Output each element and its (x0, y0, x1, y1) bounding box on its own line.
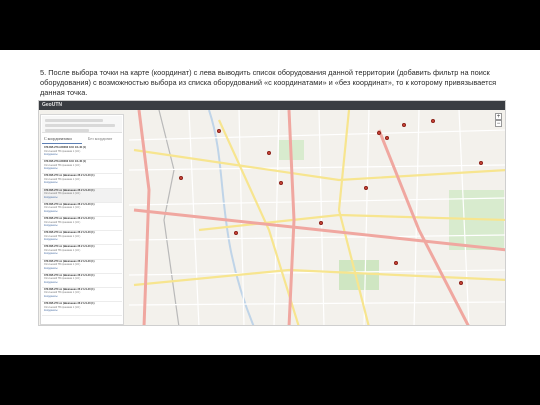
item-coordinates-link[interactable]: Координаты (44, 167, 122, 170)
slide-background: 5. После выбора точки на карте (координа… (0, 0, 540, 405)
item-coordinates-link[interactable]: Координаты (44, 210, 122, 213)
zoom-in-button[interactable]: + (495, 113, 502, 120)
list-item[interactable]: 370.095.270 лс (Шевченко 36 2 1/4-40 (1)… (42, 245, 122, 260)
map-pin[interactable] (377, 131, 381, 135)
item-coordinates-link[interactable]: Координаты (44, 252, 122, 255)
zoom-out-button[interactable]: − (495, 120, 502, 127)
list-item-selected[interactable]: 370.095.270 лс (Шевченко 36 2 1/4-40 (1)… (42, 188, 122, 203)
app-topbar: GeoUTN (39, 101, 505, 110)
list-item[interactable]: 370.095.270 лс (Шевченко 36 2 1/4-40 (1)… (42, 274, 122, 288)
list-item[interactable]: 370.095.270 лс (Шевченко 36 2 1/4-40 (1)… (42, 174, 122, 189)
list-item[interactable]: 370.095.270 лс (Шевченко 36 2 1/4-40 (1)… (42, 217, 122, 232)
equipment-filter[interactable] (42, 116, 122, 133)
item-coordinates-link[interactable]: Координаты (44, 309, 122, 312)
map-pin[interactable] (234, 231, 238, 235)
item-coordinates-link[interactable]: Координаты (44, 196, 122, 199)
map-pin[interactable] (279, 181, 283, 185)
item-coordinates-link[interactable]: Координаты (44, 267, 122, 270)
list-item[interactable]: 370.095.270 лс (Шевченко 36 2 1/4-40 (1)… (42, 231, 122, 246)
list-item[interactable]: 370.095.270 лс (Шевченко 36 2 1/4-40 (1)… (42, 288, 122, 303)
map-pin[interactable] (394, 261, 398, 265)
active-tab-indicator (42, 143, 82, 144)
list-item[interactable]: 370.095.270.А00002 1/10 1/4-40 (1) Оптич… (42, 146, 122, 161)
list-item[interactable]: 370.095.270.А00002 1/10 1/4-40 (1) Оптич… (42, 160, 122, 175)
map-pin[interactable] (431, 119, 435, 123)
map-pin[interactable] (179, 176, 183, 180)
equipment-list: 370.095.270.А00002 1/10 1/4-40 (1) Оптич… (42, 146, 122, 317)
item-coordinates-link[interactable]: Координаты (44, 295, 122, 298)
map-pin[interactable] (385, 136, 389, 140)
map-pin[interactable] (479, 161, 483, 165)
item-coordinates-link[interactable]: Координаты (44, 238, 122, 241)
slide-caption: 5. После выбора точки на карте (координа… (40, 68, 497, 98)
map-pin[interactable] (364, 186, 368, 190)
tab-without-coordinates[interactable]: Без координат (88, 134, 112, 143)
map-pin[interactable] (217, 129, 221, 133)
list-item[interactable]: 370.095.270 лс (Шевченко 36 2 1/4-40 (1)… (42, 203, 122, 217)
map-pin[interactable] (267, 151, 271, 155)
list-item[interactable]: 370.095.270 лс (Шевченко 36 2 1/4-40 (1)… (42, 260, 122, 274)
tab-with-coordinates[interactable]: С координатами (44, 134, 72, 143)
map-pin[interactable] (402, 123, 406, 127)
filter-field[interactable] (45, 129, 89, 132)
item-coordinates-link[interactable]: Координаты (44, 281, 122, 284)
item-coordinates-link[interactable]: Координаты (44, 153, 122, 156)
coordinates-tabs: С координатами Без координат (42, 134, 122, 143)
item-coordinates-link[interactable]: Координаты (44, 181, 122, 184)
filter-field[interactable] (45, 124, 115, 127)
list-item[interactable]: 370.095.270 лс (Шевченко 36 2 1/4-40 (1)… (42, 302, 122, 317)
equipment-sidebar: С координатами Без координат 370.095.270… (40, 114, 124, 325)
filter-field[interactable] (45, 119, 103, 122)
map-pin[interactable] (459, 281, 463, 285)
map-pin[interactable] (319, 221, 323, 225)
item-coordinates-link[interactable]: Координаты (44, 224, 122, 227)
app-brand[interactable]: GeoUTN (42, 102, 62, 109)
app-window: GeoUTN + − С координатами Без координат … (38, 100, 506, 326)
